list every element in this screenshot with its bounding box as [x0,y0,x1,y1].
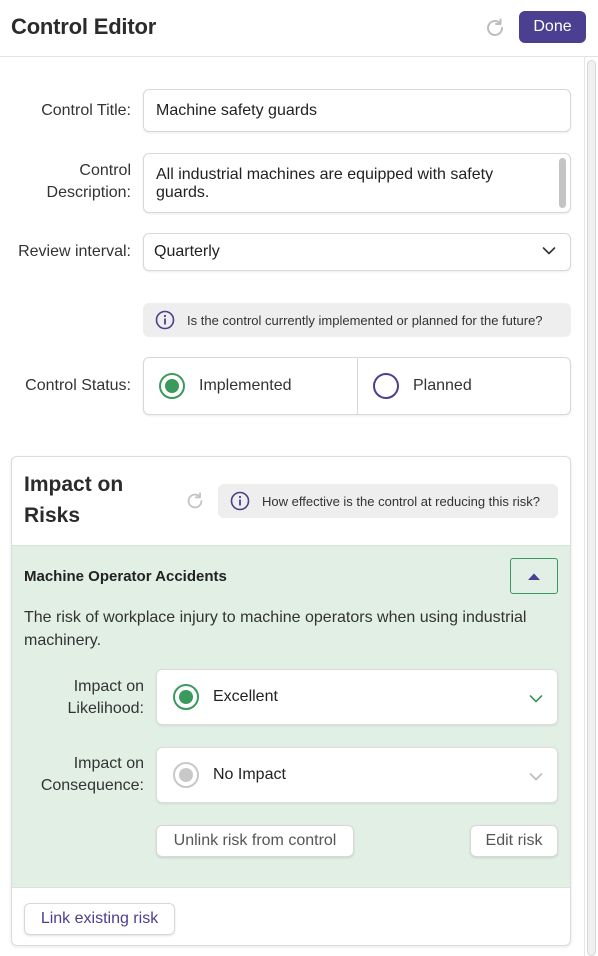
review-interval-select[interactable]: Quarterly [143,233,571,271]
refresh-icon[interactable] [184,490,206,512]
review-interval-label: Review interval: [18,243,131,260]
control-description-label: Control Description: [20,160,131,204]
radio-selected-icon [159,373,185,399]
chevron-down-icon [529,773,543,781]
impact-info-box: How effective is the control at reducing… [218,484,558,518]
status-option-label: Planned [413,377,472,394]
impact-info-text: How effective is the control at reducing… [262,493,540,509]
info-icon [230,491,250,511]
status-option-planned[interactable]: Planned [358,358,570,414]
description-label-line2: Description: [46,184,131,201]
control-title-label: Control Title: [41,102,131,119]
description-text: All industrial machines are equipped wit… [156,166,494,201]
done-button[interactable]: Done [519,11,586,43]
consequence-label: Impact on Consequence: [24,753,144,797]
collapse-button[interactable] [510,558,558,594]
status-info-box: Is the control currently implemented or … [143,303,571,337]
link-existing-risk-button[interactable]: Link existing risk [24,903,175,935]
status-option-implemented[interactable]: Implemented [144,358,358,414]
consequence-value: No Impact [213,766,286,783]
status-option-label: Implemented [199,377,292,394]
unlink-risk-button[interactable]: Unlink risk from control [156,825,354,857]
refresh-icon[interactable] [483,16,507,40]
risk-card: Machine Operator Accidents The risk of w… [12,545,570,888]
scrollbar-thumb[interactable] [587,60,596,956]
risk-name: Machine Operator Accidents [24,568,227,585]
impact-panel-title: Impact on Risks [24,473,124,527]
control-status-radio-group: Implemented Planned [143,357,571,415]
radio-disabled-icon [173,762,199,788]
control-title-input[interactable]: Machine safety guards [143,89,571,132]
consequence-select[interactable]: No Impact [156,747,558,803]
chevron-down-icon [529,695,543,703]
caret-up-icon [528,573,540,580]
likelihood-label: Impact on Likelihood: [24,676,145,720]
control-status-label: Control Status: [25,377,131,394]
consequence-label-line2: Consequence: [40,777,144,794]
control-description-textarea[interactable]: All industrial machines are equipped wit… [143,153,571,213]
info-icon [155,310,175,330]
description-label-line1: Control [79,162,131,179]
status-info-text: Is the control currently implemented or … [187,312,543,328]
review-interval-value: Quarterly [154,243,220,260]
chevron-down-icon [542,247,556,255]
header-bar: Control Editor Done [0,0,598,57]
likelihood-label-line2: Likelihood: [67,700,145,717]
textarea-scrollbar[interactable] [559,158,566,208]
radio-unselected-icon [373,373,399,399]
consequence-label-line1: Impact on [73,755,144,772]
page-title: Control Editor [11,14,157,39]
edit-risk-button[interactable]: Edit risk [470,825,558,857]
radio-selected-icon [173,684,199,710]
likelihood-select[interactable]: Excellent [156,669,558,725]
likelihood-value: Excellent [213,688,278,705]
risk-description: The risk of workplace injury to machine … [24,609,527,649]
likelihood-label-line1: Impact on [73,678,144,695]
impact-on-risks-panel: Impact on Risks How effective is the con… [11,456,571,946]
